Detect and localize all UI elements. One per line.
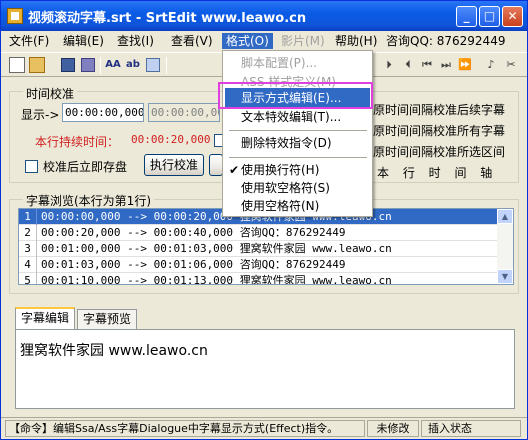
back-icon[interactable]: ⏴ <box>400 57 416 73</box>
row-number: 5 <box>19 273 37 284</box>
menu-item-label: 使用换行符(H) <box>241 163 320 177</box>
row-time: 00:01:03,000 --> 00:01:06,000 <box>41 258 234 271</box>
check-icon: ✔ <box>229 163 240 177</box>
menu-item-delete-effect[interactable]: 删除特效指令(D) <box>225 133 370 153</box>
scroll-up-icon[interactable]: ▲ <box>497 209 513 224</box>
play-icon[interactable]: ⏵ <box>381 57 397 73</box>
menu-help[interactable]: 帮助(H) <box>331 33 381 49</box>
preview-icon[interactable] <box>146 58 160 72</box>
menu-format[interactable]: 格式(O) <box>222 33 273 49</box>
fast-forward-icon[interactable]: ⏩ <box>457 57 473 73</box>
row-time: 00:00:20,000 --> 00:00:40,000 <box>41 226 234 239</box>
status-message: 【命令】编辑Ssa/Ass字幕Dialogue中字幕显示方式(Effect)指令… <box>5 420 365 437</box>
format-menu-dropdown: 脚本配置(P)... ASS 样式定义(M) 显示方式编辑(E)... 文本特效… <box>222 50 373 217</box>
skip-back-icon[interactable]: ⏮ <box>419 57 435 73</box>
row-number: 2 <box>19 225 37 241</box>
scroll-down-icon[interactable]: ▼ <box>497 269 513 284</box>
save-icon[interactable] <box>61 58 75 72</box>
second-time-input[interactable]: 00:00:00,000 <box>148 103 220 122</box>
row-text: 狸窝软件家园 www.leawo.cn <box>239 274 392 285</box>
window-title: 视频滚动字幕.srt - SrtEdit www.leawo.cn <box>28 11 307 26</box>
menu-edit[interactable]: 编辑(E) <box>59 33 108 49</box>
close-button[interactable]: ✕ <box>502 6 523 27</box>
display-time-input[interactable]: 00:00:00,000 <box>62 103 144 122</box>
option-calibrate-following[interactable]: 原时间间隔校准后续字幕 <box>373 101 505 118</box>
menu-item-use-soft-space[interactable]: 使用软空格符(S) <box>225 178 370 198</box>
menu-item-use-newline[interactable]: ✔ 使用换行符(H) <box>225 160 370 180</box>
option-calibrate-selected[interactable]: 原时间间隔校准所选区间 <box>373 143 505 160</box>
app-window: 视频滚动字幕.srt - SrtEdit www.leawo.cn _ □ ✕ … <box>0 0 528 440</box>
menu-find[interactable]: 查找(I) <box>113 33 158 49</box>
tab-subtitle-preview[interactable]: 字幕预览 <box>77 309 138 329</box>
toolbar-separator <box>100 57 101 74</box>
row-number: 1 <box>19 209 37 225</box>
minimize-button[interactable]: _ <box>456 6 477 27</box>
calibrate-button[interactable]: 执行校准 <box>144 154 204 176</box>
list-scrollbar[interactable]: ▲ ▼ <box>497 209 513 284</box>
save-after-calibrate-label: 校准后立即存盘 <box>43 160 128 174</box>
status-modified: 未修改 <box>367 420 419 437</box>
menu-item-text-effect-edit[interactable]: 文本特效编辑(T)... <box>225 107 370 127</box>
subtitle-browser-title: 字幕浏览(本行为第1行) <box>23 192 154 209</box>
table-row[interactable]: 2 00:00:20,000 --> 00:00:40,000 咨询QQ：8762… <box>19 225 499 241</box>
menu-item-use-space[interactable]: 使用空格符(N) <box>225 196 370 216</box>
subtitle-list[interactable]: 1 00:00:00,000 --> 00:00:20,000 狸窝软件家园 ww… <box>18 208 514 285</box>
row-number: 3 <box>19 241 37 257</box>
menu-view[interactable]: 查看(V) <box>167 33 217 49</box>
maximize-button[interactable]: □ <box>479 6 500 27</box>
table-row[interactable]: 3 00:01:00,000 --> 00:01:03,000 狸窝软件家园 ww… <box>19 241 499 257</box>
row-time: 00:00:00,000 --> 00:00:20,000 <box>41 210 234 223</box>
title-bar[interactable]: 视频滚动字幕.srt - SrtEdit www.leawo.cn _ □ ✕ <box>1 1 527 31</box>
menu-separator <box>229 157 367 158</box>
row-text: 咨询QQ：876292449 <box>239 226 346 239</box>
row-time: 00:01:10,000 --> 00:01:13,000 <box>41 274 234 285</box>
hidden-button[interactable] <box>209 154 223 176</box>
app-icon <box>7 8 23 24</box>
menu-separator <box>229 130 367 131</box>
menu-file[interactable]: 文件(F) <box>5 33 53 49</box>
menu-item-script-config[interactable]: 脚本配置(P)... <box>225 53 370 73</box>
display-label: 显示-> <box>21 108 60 122</box>
skip-forward-icon[interactable]: ⏭ <box>438 57 454 73</box>
row-text: 狸窝软件家园 www.leawo.cn <box>239 242 392 255</box>
row-time: 00:01:00,000 --> 00:01:03,000 <box>41 242 234 255</box>
option-calibrate-all[interactable]: 原时间间隔校准所有字幕 <box>373 122 505 139</box>
status-mode: 插入状态 <box>421 420 521 437</box>
save-all-icon[interactable] <box>81 58 95 72</box>
open-folder-icon[interactable] <box>29 57 45 73</box>
replace-icon[interactable]: ab <box>125 57 141 73</box>
subtitle-editor[interactable]: 狸窝软件家园 www.leawo.cn <box>15 329 515 409</box>
duration-label: 本行持续时间： <box>35 135 120 149</box>
duration-value: 00:00:20,000 <box>131 133 211 146</box>
menu-movie[interactable]: 影片(M) <box>277 33 329 49</box>
table-row[interactable]: 4 00:01:03,000 --> 00:01:06,000 咨询QQ：8762… <box>19 257 499 273</box>
save-after-calibrate-checkbox[interactable] <box>25 160 38 173</box>
music-icon[interactable]: ♪ <box>483 57 499 73</box>
new-file-icon[interactable] <box>9 57 25 73</box>
row-number: 4 <box>19 257 37 273</box>
tab-subtitle-edit[interactable]: 字幕编辑 <box>15 307 76 329</box>
timing-group-title: 时间校准 <box>23 85 78 102</box>
menu-bar: 文件(F) 编辑(E) 查找(I) 查看(V) 格式(O) 影片(M) 帮助(H… <box>1 31 527 51</box>
annotation-highlight-box <box>218 82 373 109</box>
qq-contact: 咨询QQ: 876292449 <box>386 34 506 48</box>
timeline-label: 本 行 时 间 轴 <box>377 166 498 180</box>
table-row[interactable]: 5 00:01:10,000 --> 00:01:13,000 狸窝软件家园 ww… <box>19 273 499 285</box>
status-bar: 【命令】编辑Ssa/Ass字幕Dialogue中字幕显示方式(Effect)指令… <box>1 417 527 439</box>
row-text: 咨询QQ：876292449 <box>239 258 346 271</box>
find-icon[interactable]: AA <box>105 57 121 73</box>
toolbar-separator <box>166 57 167 74</box>
cut-icon[interactable]: ✂ <box>503 57 519 73</box>
